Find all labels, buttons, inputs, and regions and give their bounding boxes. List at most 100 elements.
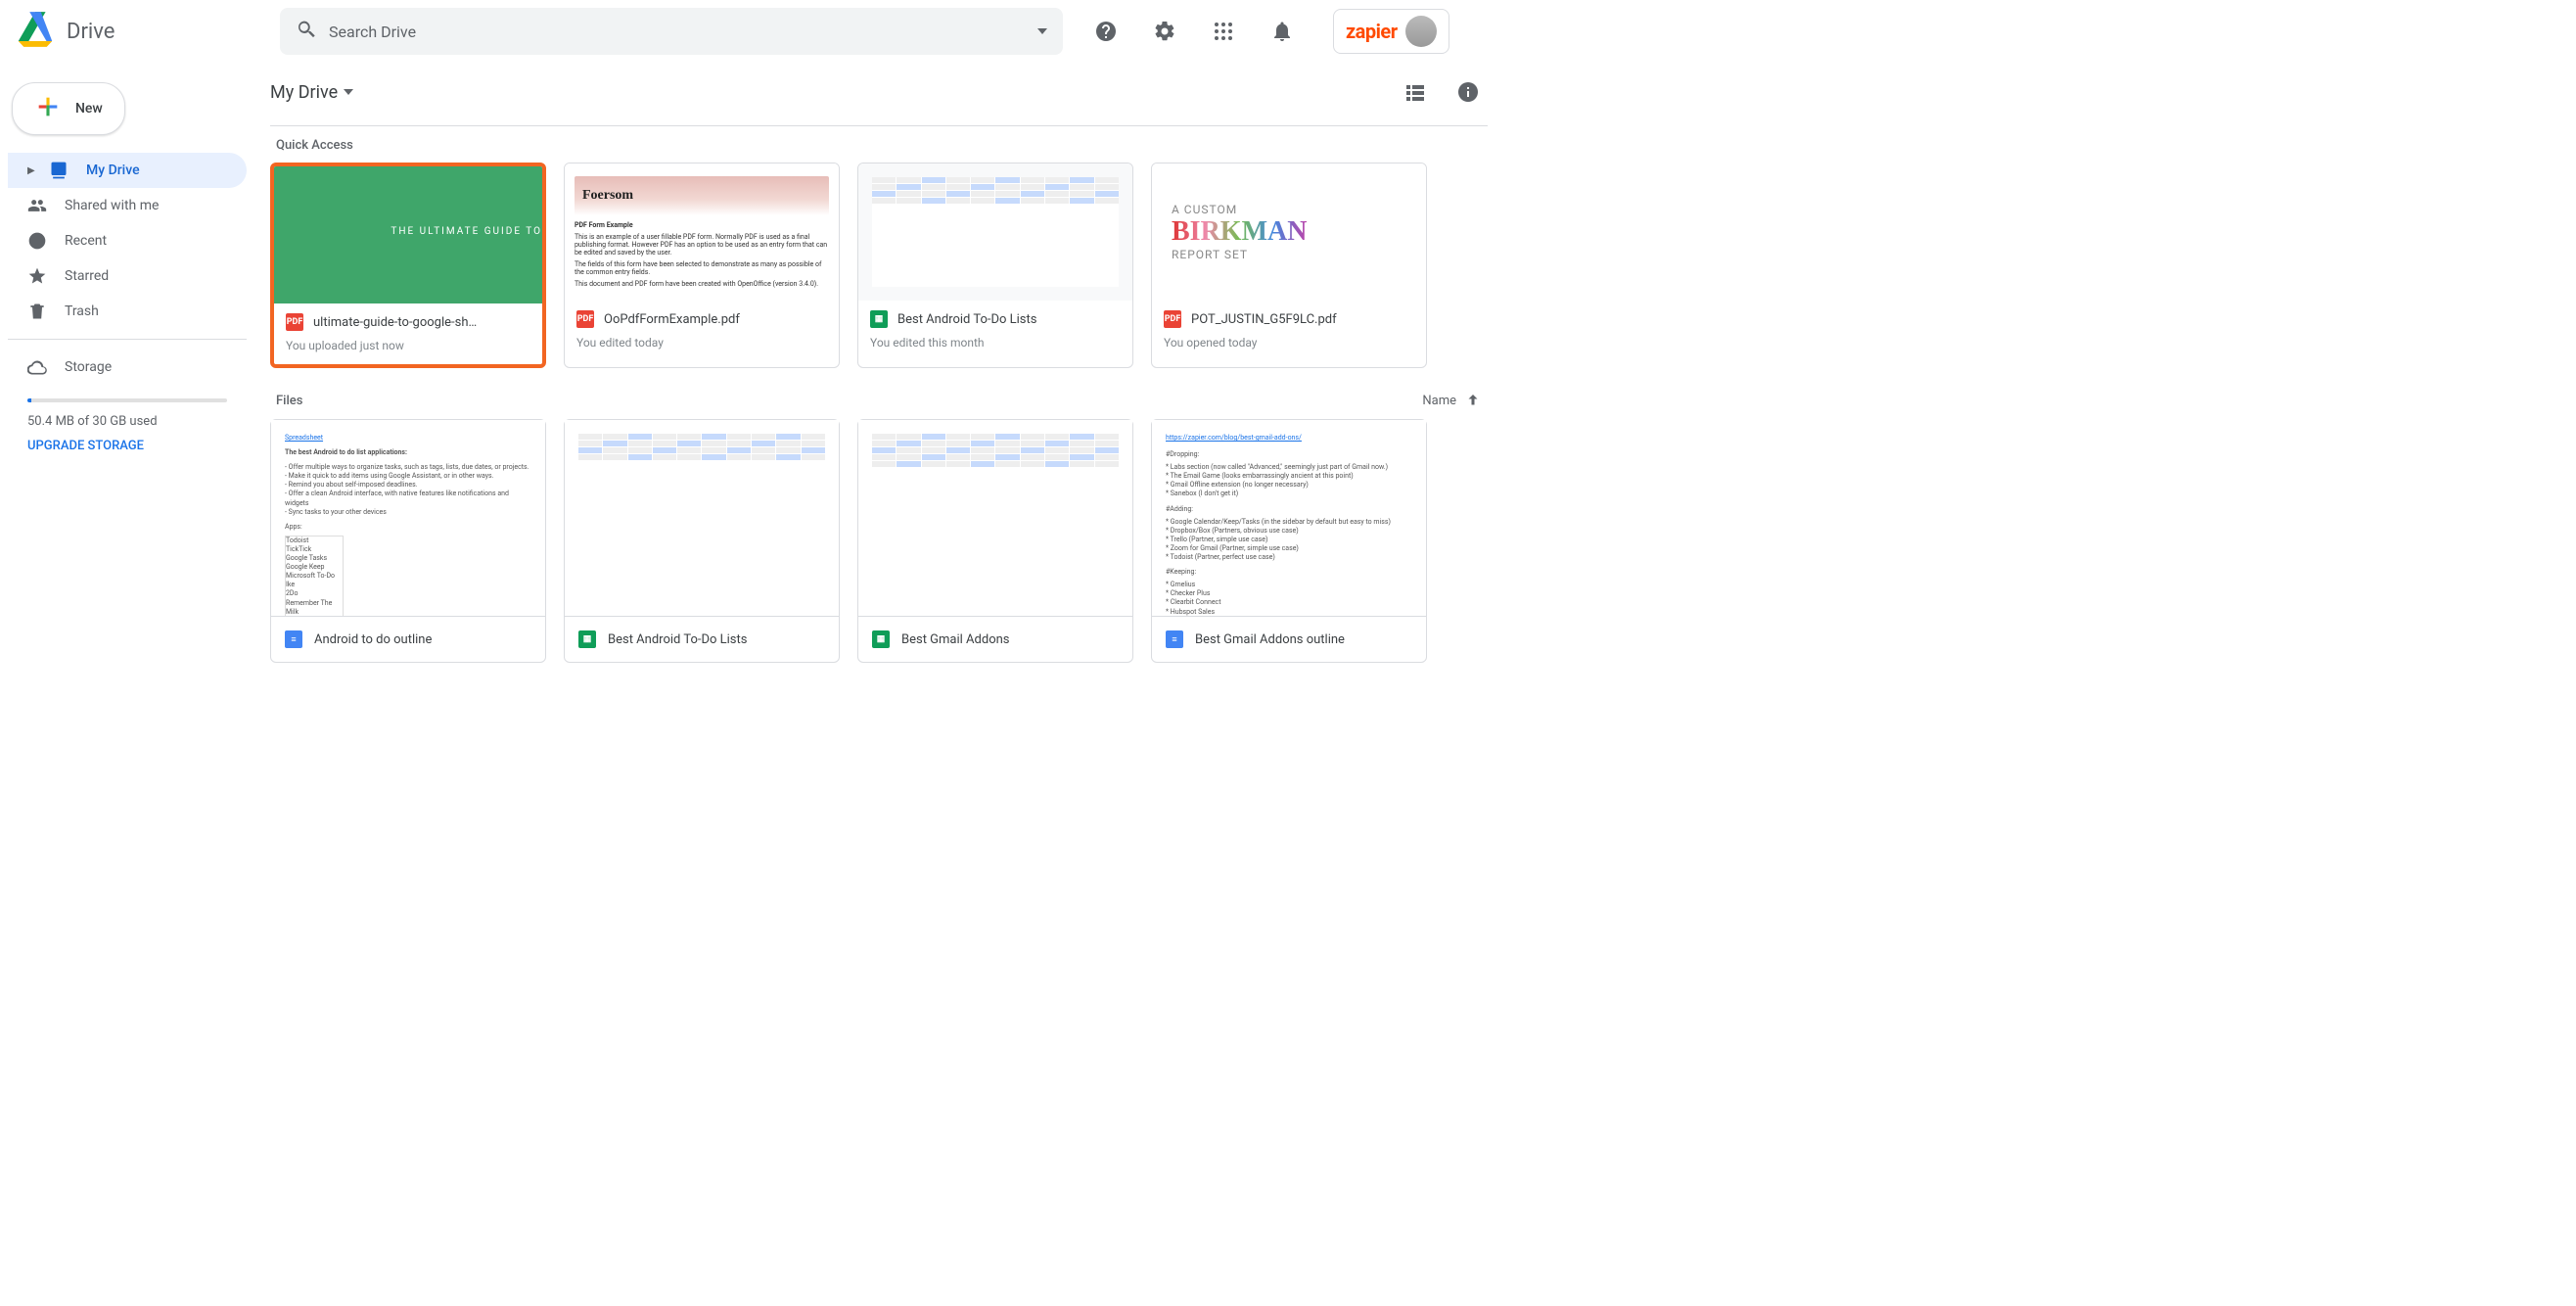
breadcrumb[interactable]: My Drive xyxy=(270,82,353,103)
card-title: POT_JUSTIN_G5F9LC.pdf xyxy=(1191,312,1337,327)
quick-access-card[interactable]: Foersom PDF Form Example This is an exam… xyxy=(564,163,840,368)
card-title: ultimate-guide-to-google-sh… xyxy=(313,315,477,330)
sidebar-item-my-drive[interactable]: ▶ My Drive xyxy=(8,153,247,188)
star-icon xyxy=(27,266,47,286)
spreadsheet-preview xyxy=(872,434,1119,502)
thumb-body: The fields of this form have been select… xyxy=(575,260,829,276)
gear-icon[interactable] xyxy=(1145,12,1184,51)
search-bar[interactable] xyxy=(280,8,1063,55)
file-thumbnail: https://zapier.com/blog/best-gmail-add-o… xyxy=(1152,420,1426,616)
info-icon[interactable] xyxy=(1449,72,1488,112)
card-title: Best Android To-Do Lists xyxy=(897,312,1036,327)
storage-block: 50.4 MB of 30 GB used UPGRADE STORAGE xyxy=(8,385,247,459)
file-thumbnail xyxy=(858,420,1132,616)
sidebar-item-label: My Drive xyxy=(86,163,140,178)
quick-access-title: Quick Access xyxy=(276,138,1488,153)
thumb-line: REPORT SET xyxy=(1172,248,1248,261)
sidebar-item-recent[interactable]: Recent xyxy=(8,223,247,258)
search-input[interactable] xyxy=(329,23,1026,41)
card-subtitle: You uploaded just now xyxy=(286,339,530,352)
storage-bar xyxy=(27,398,227,402)
logo-area[interactable]: Drive xyxy=(16,10,280,53)
cloud-icon xyxy=(27,357,47,377)
file-title: Android to do outline xyxy=(314,632,432,647)
card-subtitle: You opened today xyxy=(1164,336,1414,350)
sort-label: Name xyxy=(1422,394,1456,408)
card-thumbnail: Foersom PDF Form Example This is an exam… xyxy=(565,163,839,301)
account-switcher[interactable]: zapier xyxy=(1333,9,1449,54)
sheets-icon: ▦ xyxy=(870,310,888,328)
sidebar-item-label: Shared with me xyxy=(65,198,159,213)
sidebar-item-label: Trash xyxy=(65,303,99,319)
sidebar: New ▶ My Drive Shared with me Recent Sta… xyxy=(0,63,254,686)
file-card[interactable]: https://zapier.com/blog/best-gmail-add-o… xyxy=(1151,419,1427,663)
search-options-dropdown-icon[interactable] xyxy=(1037,28,1047,34)
thumb-text: THE ULTIMATE GUIDE TO xyxy=(391,226,542,237)
arrow-up-icon xyxy=(1464,392,1482,409)
sort-button[interactable]: Name xyxy=(1422,392,1482,409)
upgrade-storage-link[interactable]: UPGRADE STORAGE xyxy=(27,439,227,453)
people-icon xyxy=(27,196,47,215)
storage-used-text: 50.4 MB of 30 GB used xyxy=(27,414,227,429)
sidebar-item-label: Storage xyxy=(65,359,112,375)
file-card[interactable]: ▦ Best Android To-Do Lists xyxy=(564,419,840,663)
quick-access-card[interactable]: ▦ Best Android To-Do Lists You edited th… xyxy=(857,163,1133,368)
card-title: OoPdfFormExample.pdf xyxy=(604,312,740,327)
files-title: Files xyxy=(276,394,302,408)
card-subtitle: You edited this month xyxy=(870,336,1121,350)
quick-access-row: THE ULTIMATE GUIDE TO PDF ultimate-guide… xyxy=(270,163,1488,368)
card-thumbnail xyxy=(858,163,1132,301)
new-button[interactable]: New xyxy=(12,82,125,135)
card-thumbnail: THE ULTIMATE GUIDE TO xyxy=(274,166,542,303)
quick-access-card[interactable]: THE ULTIMATE GUIDE TO PDF ultimate-guide… xyxy=(270,163,546,368)
apps-grid-icon[interactable] xyxy=(1204,12,1243,51)
app-name: Drive xyxy=(67,20,115,44)
header-actions: zapier xyxy=(1086,9,1449,54)
thumb-subhead: PDF Form Example xyxy=(575,221,633,229)
quick-access-card[interactable]: A CUSTOM BIRKMAN REPORT SET PDF POT_JUST… xyxy=(1151,163,1427,368)
card-thumbnail: A CUSTOM BIRKMAN REPORT SET xyxy=(1152,163,1426,301)
expand-icon[interactable]: ▶ xyxy=(27,165,37,176)
sheets-icon: ▦ xyxy=(872,630,890,648)
sheets-icon: ▦ xyxy=(578,630,596,648)
avatar[interactable] xyxy=(1405,16,1437,47)
sidebar-item-label: Starred xyxy=(65,268,109,284)
sidebar-item-starred[interactable]: Starred xyxy=(8,258,247,294)
sidebar-item-storage[interactable]: Storage xyxy=(8,350,247,385)
brand-label: zapier xyxy=(1346,20,1398,43)
thumb-line: BIRKMAN xyxy=(1172,216,1307,248)
spreadsheet-preview xyxy=(578,434,825,492)
pdf-icon: PDF xyxy=(286,313,303,331)
pdf-icon: PDF xyxy=(1164,310,1181,328)
docs-icon: ≡ xyxy=(1166,630,1183,648)
file-title: Best Gmail Addons outline xyxy=(1195,632,1345,647)
sidebar-item-shared[interactable]: Shared with me xyxy=(8,188,247,223)
sidebar-item-trash[interactable]: Trash xyxy=(8,294,247,329)
file-card[interactable]: ▦ Best Gmail Addons xyxy=(857,419,1133,663)
card-subtitle: You edited today xyxy=(576,336,827,350)
help-icon[interactable] xyxy=(1086,12,1126,51)
new-button-label: New xyxy=(75,101,103,117)
thumb-heading: Foersom xyxy=(575,176,829,215)
plus-icon xyxy=(34,93,62,124)
spreadsheet-preview xyxy=(872,177,1119,287)
main-content: My Drive Quick Access THE ULTIMATE GUIDE… xyxy=(254,63,1511,686)
bell-icon[interactable] xyxy=(1263,12,1302,51)
list-view-icon[interactable] xyxy=(1396,72,1435,112)
chevron-down-icon xyxy=(344,89,353,95)
file-title: Best Android To-Do Lists xyxy=(608,632,747,647)
breadcrumb-root: My Drive xyxy=(270,82,338,103)
file-title: Best Gmail Addons xyxy=(901,632,1010,647)
trash-icon xyxy=(27,302,47,321)
drive-icon xyxy=(49,161,69,180)
thumb-body: This document and PDF form have been cre… xyxy=(575,280,829,288)
docs-icon: ≡ xyxy=(285,630,302,648)
thumb-body: This is an example of a user fillable PD… xyxy=(575,233,829,257)
thumb-line: A CUSTOM xyxy=(1172,203,1237,216)
file-card[interactable]: Spreadsheet The best Android to do list … xyxy=(270,419,546,663)
file-thumbnail xyxy=(565,420,839,616)
search-icon xyxy=(296,19,317,44)
sidebar-item-label: Recent xyxy=(65,233,107,249)
app-header: Drive zapier xyxy=(0,0,1511,63)
drive-logo-icon xyxy=(16,10,55,53)
